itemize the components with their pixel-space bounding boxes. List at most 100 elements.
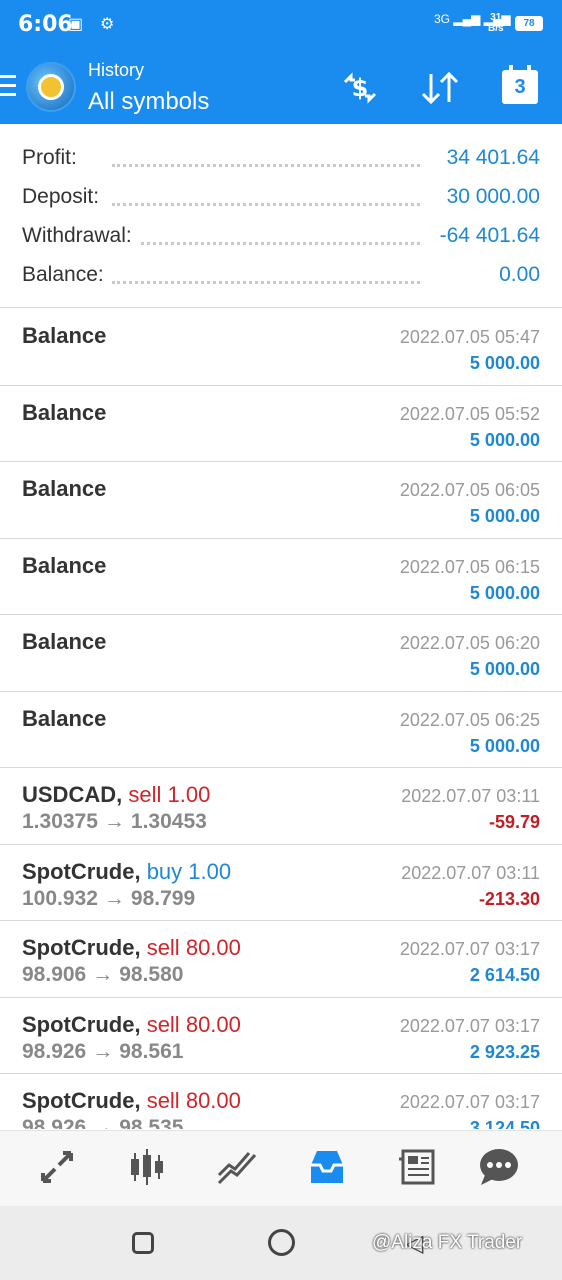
deal-profit: 2 614.50: [469, 965, 540, 985]
menu-icon[interactable]: [0, 75, 16, 97]
deal-symbol: Balance: [22, 323, 106, 349]
deal-prices: 98.926 → 98.561: [22, 1040, 183, 1064]
price-arrow-icon: →: [92, 963, 114, 986]
summary-row-deposit: Deposit: 30 000.00: [22, 185, 540, 215]
home-button[interactable]: [268, 1229, 295, 1256]
bottom-navigation: [0, 1130, 562, 1206]
deal-symbol: SpotCrude, sell 80.00: [22, 1088, 241, 1114]
deal-type: sell 80.00: [141, 1088, 241, 1113]
deal-row[interactable]: Balance 2022.07.05 05:47 5 000.00: [0, 309, 562, 386]
calendar-icon[interactable]: 3: [502, 65, 538, 104]
deal-row[interactable]: SpotCrude, buy 1.00 100.932 → 98.799 2022.07…: [0, 845, 562, 921]
deal-time: 2022.07.07 03:11: [401, 862, 540, 883]
deal-type-label: sell: [128, 782, 162, 807]
deal-symbol-name: SpotCrude,: [22, 858, 141, 884]
deal-symbol: Balance: [22, 706, 106, 732]
deal-type-label: sell: [146, 1011, 180, 1037]
deal-row[interactable]: USDCAD, sell 1.00 1.30375 → 1.30453 2022.07.…: [0, 768, 562, 845]
open-price: 100.932: [22, 886, 98, 910]
deal-profit: 5 000.00: [469, 506, 540, 526]
history-icon[interactable]: [302, 1145, 352, 1193]
price-arrow-icon: →: [103, 810, 125, 833]
deal-time: 2022.07.05 06:15: [399, 556, 540, 577]
price-arrow-icon: →: [92, 1039, 114, 1063]
status-time: 6:06: [18, 12, 73, 37]
deal-symbol: SpotCrude, buy 1.00: [22, 859, 231, 885]
deal-type: buy 1.00: [141, 858, 232, 884]
svg-text:$: $: [352, 74, 369, 102]
status-bar: 6:06 ▣ ⚙ 3G ▂▄▆ ▂▄▆ 31 B/s 78: [0, 0, 562, 50]
sort-button[interactable]: [418, 68, 462, 108]
close-price: 98.561: [119, 1039, 184, 1063]
deal-type: sell 80.00: [141, 935, 241, 960]
summary-label: Balance:: [22, 263, 112, 287]
open-price: 98.926: [22, 1116, 87, 1129]
open-price: 98.926: [22, 1039, 87, 1063]
deal-symbol-name: Balance: [22, 705, 107, 731]
deal-row[interactable]: Balance 2022.07.05 06:05 5 000.00: [0, 462, 562, 539]
deal-symbol: Balance: [22, 553, 106, 579]
deal-row[interactable]: SpotCrude, sell 80.00 98.926 → 98.535 2022.0…: [0, 1074, 562, 1129]
deal-time: 2022.07.05 06:25: [399, 709, 540, 730]
summary-row-profit: Profit: 34 401.64: [22, 146, 540, 176]
deal-time: 2022.07.05 06:20: [399, 633, 540, 653]
close-price: 98.799: [130, 886, 196, 910]
deal-type-label: sell: [146, 1088, 180, 1113]
deal-symbol-name: Balance: [22, 629, 107, 654]
news-icon[interactable]: [392, 1145, 442, 1193]
deal-symbol-name: SpotCrude,: [22, 1011, 141, 1037]
chart-icon[interactable]: [122, 1145, 172, 1193]
deal-volume: 80.00: [185, 1011, 241, 1037]
summary-row-withdrawal: Withdrawal: -64 401.64: [22, 224, 540, 254]
deal-profit: 5 000.00: [469, 582, 540, 603]
trade-icon[interactable]: [212, 1145, 262, 1193]
deal-row[interactable]: Balance 2022.07.05 06:25 5 000.00: [0, 692, 562, 768]
history-summary: Profit: 34 401.64 Deposit: 30 000.00 Wit…: [0, 124, 562, 308]
deal-symbol-name: Balance: [22, 399, 107, 425]
deal-type: sell 80.00: [141, 1012, 241, 1037]
deal-time: 2022.07.07 03:17: [399, 1015, 540, 1036]
price-arrow-icon: →: [92, 1116, 114, 1129]
deposit-filter-button[interactable]: $: [338, 68, 382, 108]
deal-list[interactable]: Balance 2022.07.05 05:47 5 000.00 Balance 20…: [0, 309, 562, 1129]
deal-row[interactable]: Balance 2022.07.05 06:15 5 000.00: [0, 539, 562, 615]
deal-row[interactable]: SpotCrude, sell 80.00 98.906 → 98.580 2022.0…: [0, 921, 562, 998]
close-price: 1.30453: [130, 810, 207, 833]
deal-row[interactable]: SpotCrude, sell 80.00 98.926 → 98.561 2022.0…: [0, 998, 562, 1074]
dollar-exchange-icon: $: [343, 72, 377, 104]
deal-symbol-name: USDCAD,: [22, 782, 123, 807]
network-type: 3G: [434, 12, 451, 26]
deal-row[interactable]: Balance 2022.07.05 05:52 5 000.00: [0, 386, 562, 462]
summary-value: 34 401.64: [438, 146, 540, 170]
chat-icon[interactable]: [474, 1145, 524, 1193]
summary-value: 0.00: [491, 263, 540, 287]
deal-profit: 5 000.00: [469, 735, 540, 756]
deal-prices: 98.926 → 98.535: [22, 1116, 183, 1129]
deal-time: 2022.07.07 03:11: [401, 786, 540, 806]
deal-profit: 3 124.50: [469, 1118, 540, 1129]
deal-volume: 80.00: [185, 1088, 241, 1113]
recent-apps-button[interactable]: [132, 1232, 154, 1254]
deal-symbol-name: SpotCrude,: [22, 935, 141, 960]
deal-volume: 80.00: [185, 935, 241, 960]
open-price: 98.906: [22, 963, 87, 986]
notification-icon: ▣: [68, 16, 84, 33]
price-arrow-icon: →: [103, 886, 125, 910]
battery-icon: 78: [515, 16, 543, 31]
quotes-icon[interactable]: [32, 1145, 82, 1193]
deal-volume: 1.00: [188, 858, 232, 884]
deal-symbol: Balance: [22, 476, 106, 502]
page-title[interactable]: All symbols: [88, 88, 209, 116]
app-logo[interactable]: [26, 62, 76, 112]
summary-label: Deposit:: [22, 185, 108, 209]
deal-time: 2022.07.07 03:17: [399, 1092, 540, 1112]
summary-value: 30 000.00: [438, 185, 540, 209]
deal-profit: 5 000.00: [469, 659, 540, 679]
deal-time: 2022.07.05 06:05: [399, 480, 540, 500]
deal-time: 2022.07.05 05:47: [399, 327, 540, 347]
sort-icon: [421, 71, 459, 105]
deal-row[interactable]: Balance 2022.07.05 06:20 5 000.00: [0, 615, 562, 692]
deal-symbol: SpotCrude, sell 80.00: [22, 935, 241, 961]
speed-value: 31: [490, 12, 502, 23]
open-price: 1.30375: [22, 810, 98, 833]
